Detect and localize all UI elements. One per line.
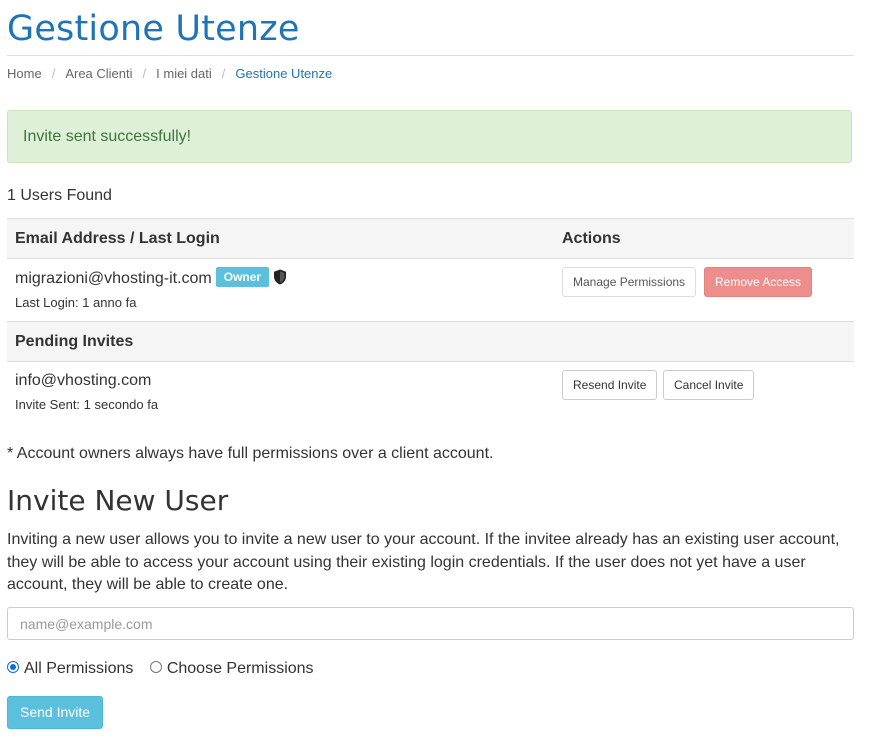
send-invite-button[interactable]: Send Invite xyxy=(7,696,104,729)
pending-invites-header: Pending Invites xyxy=(15,333,134,350)
choose-permissions-option[interactable]: Choose Permissions xyxy=(149,658,314,680)
invite-email-input[interactable] xyxy=(7,607,854,640)
invite-section-title: Invite New User xyxy=(7,484,229,517)
owner-badge: Owner xyxy=(215,266,270,287)
remove-access-button[interactable]: Remove Access xyxy=(704,267,813,297)
table-header-row: Email Address / Last Login Actions xyxy=(7,218,854,258)
success-alert: Invite sent successfully! xyxy=(7,110,852,163)
invite-description: Inviting a new user allows you to invite… xyxy=(7,531,840,593)
page: Gestione Utenze Home / Area Clienti / I miei… xyxy=(0,0,872,756)
user-email: migrazioni@vhosting-it.com xyxy=(15,270,212,287)
invite-sent-time: Invite Sent: 1 secondo fa xyxy=(15,397,159,412)
breadcrumb-separator: / xyxy=(51,66,56,81)
cancel-invite-button[interactable]: Cancel Invite xyxy=(663,370,755,400)
user-email-line: migrazioni@vhosting-it.com Owner xyxy=(15,266,287,291)
owner-permissions-note: * Account owners always have full permis… xyxy=(7,445,494,462)
page-title: Gestione Utenze xyxy=(7,9,300,49)
permissions-radio-group: All Permissions Choose Permissions xyxy=(7,658,326,680)
breadcrumb-home[interactable]: Home xyxy=(7,66,42,81)
users-table: Email Address / Last Login Actions migra… xyxy=(7,218,854,422)
choose-permissions-label: Choose Permissions xyxy=(166,660,314,677)
breadcrumb-separator: / xyxy=(221,66,226,81)
column-header-email: Email Address / Last Login xyxy=(15,230,220,247)
resend-invite-button[interactable]: Resend Invite xyxy=(562,370,658,400)
shield-icon xyxy=(274,269,287,285)
breadcrumb: Home / Area Clienti / I miei dati / Gestione U… xyxy=(7,65,332,83)
breadcrumb-client-area[interactable]: Area Clienti xyxy=(65,66,132,81)
all-permissions-option[interactable]: All Permissions xyxy=(7,658,133,680)
all-permissions-radio[interactable] xyxy=(7,660,19,673)
table-row: migrazioni@vhosting-it.com Owner Last Log… xyxy=(7,258,854,321)
breadcrumb-separator: / xyxy=(142,66,147,81)
users-found-count: 1 Users Found xyxy=(7,187,112,204)
all-permissions-label: All Permissions xyxy=(24,660,134,677)
manage-permissions-button[interactable]: Manage Permissions xyxy=(562,267,697,297)
choose-permissions-radio[interactable] xyxy=(149,660,162,673)
table-row: info@vhosting.com Invite Sent: 1 secondo… xyxy=(7,361,854,422)
column-header-actions: Actions xyxy=(562,230,621,247)
title-divider xyxy=(7,55,854,56)
pending-invites-header-row: Pending Invites xyxy=(7,321,854,361)
invite-email: info@vhosting.com xyxy=(15,372,152,389)
breadcrumb-my-details[interactable]: I miei dati xyxy=(156,66,212,81)
breadcrumb-current: Gestione Utenze xyxy=(235,66,333,81)
user-last-login: Last Login: 1 anno fa xyxy=(15,295,137,310)
